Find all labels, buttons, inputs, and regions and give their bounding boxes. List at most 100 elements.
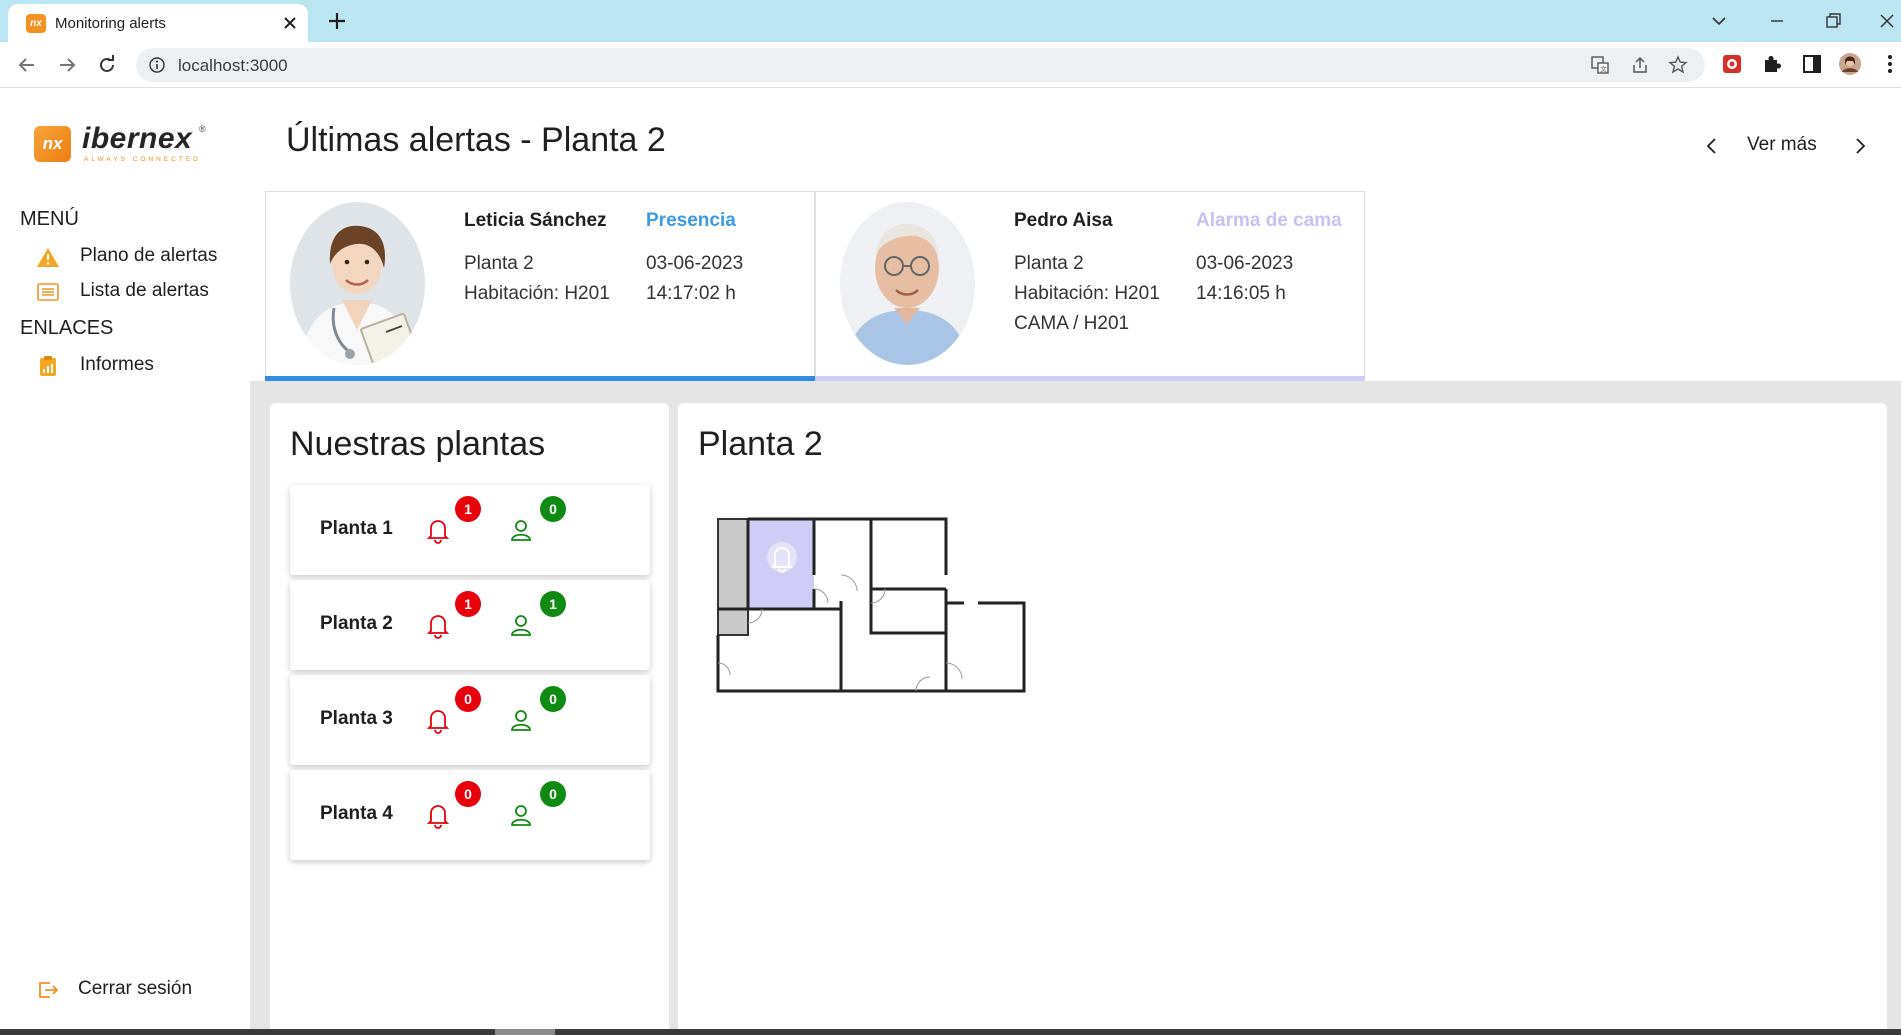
plants-panel: Nuestras plantas Planta 1 1 0 Planta 2 1… [270, 403, 669, 1035]
person-icon [511, 520, 531, 541]
floor-map-panel: Planta 2 [678, 403, 1887, 1035]
logo-tagline: ALWAYS CONNECTED [84, 156, 201, 163]
new-tab-icon[interactable] [326, 10, 348, 32]
alert-count-badge: 0 [455, 686, 481, 712]
menu-section-title: MENÚ [20, 208, 79, 230]
reload-icon[interactable] [94, 52, 120, 78]
patient-name: Pedro Aisa [1014, 210, 1113, 231]
warning-icon [37, 248, 59, 267]
main-content: Nuestras plantas Planta 1 1 0 Planta 2 1… [250, 381, 1901, 1035]
alert-time: 14:16:05 h [1196, 283, 1286, 304]
logo-wordmark: ibernex [82, 122, 193, 155]
favicon-icon: nx [26, 14, 46, 33]
tab-search-icon[interactable] [1706, 8, 1732, 34]
alert-room: Habitación: H201 [1014, 283, 1160, 304]
bookmark-star-icon[interactable] [1668, 55, 1688, 75]
browser-toolbar: localhost:3000 文 [0, 42, 1901, 88]
translate-icon[interactable]: 文 [1590, 55, 1610, 75]
bell-icon [426, 805, 450, 829]
see-more-link[interactable]: Ver más [1747, 134, 1817, 156]
nurse-photo-icon [290, 202, 425, 365]
presence-count-badge: 0 [540, 781, 566, 807]
horizontal-scrollbar[interactable] [0, 1029, 1901, 1035]
chevron-left-icon[interactable] [1701, 135, 1723, 157]
page-header: Últimas alertas - Planta 2 Ver más [250, 88, 1901, 192]
alert-room: Habitación: H201 [464, 283, 610, 304]
sidebar-item-label: Lista de alertas [80, 280, 209, 301]
side-panel-icon[interactable] [1800, 52, 1824, 76]
elderly-man-photo-icon [840, 202, 975, 365]
address-bar[interactable]: localhost:3000 文 [136, 48, 1705, 82]
alert-bed: CAMA / H201 [1014, 313, 1130, 334]
ibernex-logo[interactable]: nx ibernex ® ALWAYS CONNECTED [34, 122, 214, 170]
alert-type: Alarma de cama [1196, 210, 1342, 231]
logo-registered: ® [199, 124, 206, 134]
logout-label: Cerrar sesión [78, 978, 193, 999]
extensions-puzzle-icon[interactable] [1760, 52, 1784, 76]
plant-card[interactable]: Planta 4 0 0 [290, 770, 650, 860]
restore-icon[interactable] [1820, 8, 1846, 34]
sidebar-item-informes[interactable]: Informes [36, 351, 236, 381]
share-icon[interactable] [1630, 55, 1650, 75]
alert-count-badge: 0 [455, 781, 481, 807]
close-tab-icon[interactable] [280, 13, 300, 33]
alert-card[interactable]: Leticia Sánchez Presencia Planta 2 03-06… [265, 191, 815, 381]
presence-count-badge: 1 [540, 591, 566, 617]
minimize-icon[interactable] [1764, 8, 1790, 34]
bell-icon [426, 615, 450, 639]
links-section-title: ENLACES [20, 317, 114, 339]
presence-count-badge: 0 [540, 496, 566, 522]
browser-menu-icon[interactable] [1878, 52, 1901, 76]
patient-name: Leticia Sánchez [464, 210, 607, 231]
alert-floor: Planta 2 [464, 253, 534, 274]
nurse-avatar [290, 202, 425, 365]
sidebar-item-plano-alertas[interactable]: Plano de alertas [36, 242, 236, 272]
sidebar-item-lista-alertas[interactable]: Lista de alertas [36, 277, 236, 307]
alerts-pager: Ver más [1701, 132, 1871, 162]
logout-button[interactable]: Cerrar sesión [36, 975, 236, 1007]
alert-time: 14:17:02 h [646, 283, 736, 304]
person-icon [511, 710, 531, 731]
extension-icon[interactable] [1720, 52, 1744, 76]
close-window-icon[interactable] [1874, 8, 1900, 34]
bell-icon [426, 520, 450, 544]
plant-card[interactable]: Planta 2 1 1 [290, 580, 650, 670]
url-text[interactable]: localhost:3000 [178, 56, 288, 76]
plant-name: Planta 2 [320, 613, 393, 634]
sidebar: nx ibernex ® ALWAYS CONNECTED MENÚ Plano… [0, 88, 250, 1035]
alert-date: 03-06-2023 [1196, 253, 1294, 274]
patient-avatar [840, 202, 975, 365]
svg-text:文: 文 [1600, 65, 1607, 74]
chevron-right-icon[interactable] [1849, 135, 1871, 157]
sidebar-item-label: Plano de alertas [80, 245, 218, 266]
back-icon[interactable] [14, 52, 40, 78]
list-icon [37, 283, 59, 301]
plants-panel-title: Nuestras plantas [290, 425, 546, 463]
plant-name: Planta 3 [320, 708, 393, 729]
alert-card[interactable]: Pedro Aisa Alarma de cama Planta 2 03-06… [815, 191, 1365, 381]
presence-count-badge: 0 [540, 686, 566, 712]
profile-avatar-icon[interactable] [1838, 52, 1862, 76]
alert-count-badge: 1 [455, 496, 481, 522]
alert-floor: Planta 2 [1014, 253, 1084, 274]
site-info-icon[interactable] [148, 56, 166, 74]
plant-card[interactable]: Planta 1 1 0 [290, 485, 650, 575]
page-title: Últimas alertas - Planta 2 [286, 121, 666, 159]
alert-date: 03-06-2023 [646, 253, 744, 274]
plant-card[interactable]: Planta 3 0 0 [290, 675, 650, 765]
person-icon [511, 615, 531, 636]
tab-title: Monitoring alerts [55, 15, 166, 32]
logo-badge: nx [34, 126, 71, 162]
forward-icon[interactable] [54, 52, 80, 78]
scrollbar-thumb[interactable] [495, 1029, 555, 1035]
clipboard-icon [40, 356, 56, 376]
floor-plan-map [716, 517, 1026, 693]
plant-name: Planta 4 [320, 803, 393, 824]
bell-icon [426, 710, 450, 734]
plant-name: Planta 1 [320, 518, 393, 539]
logout-icon [39, 982, 59, 998]
browser-tab[interactable]: nx Monitoring alerts [8, 4, 308, 42]
person-icon [511, 805, 531, 826]
corridor-area [717, 518, 749, 636]
alert-type: Presencia [646, 210, 736, 231]
